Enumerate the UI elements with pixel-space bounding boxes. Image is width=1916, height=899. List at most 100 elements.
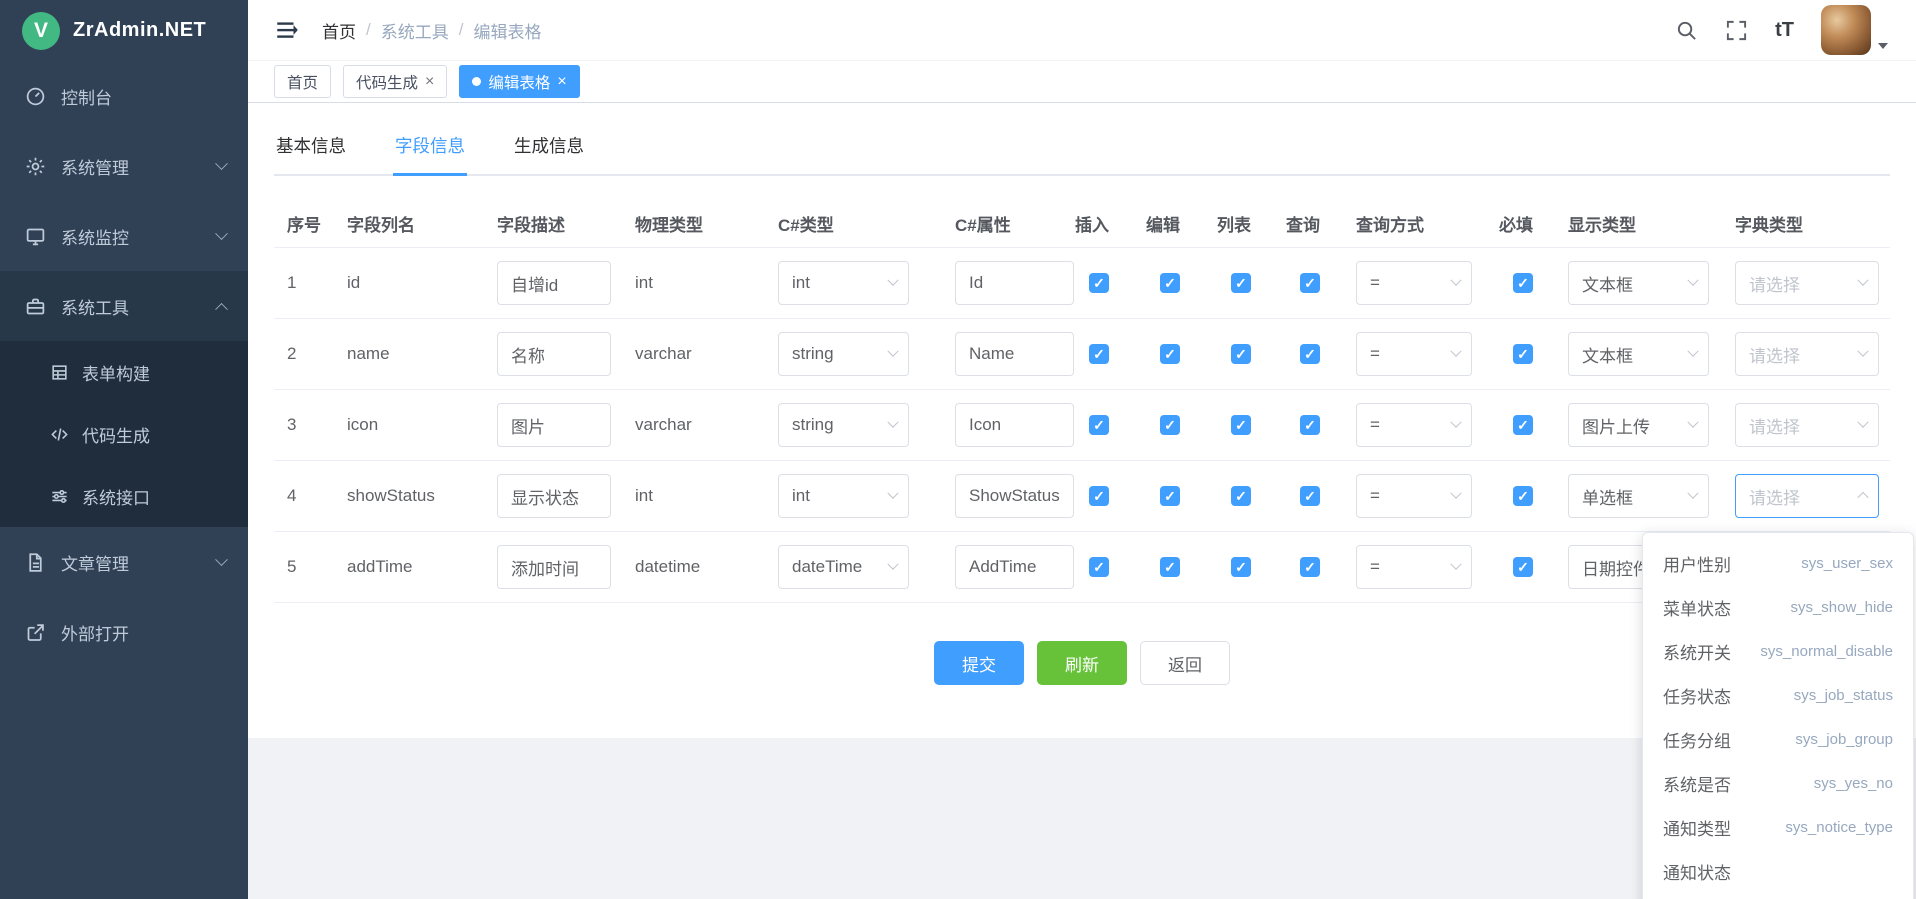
back-button[interactable]: 返回 <box>1140 641 1230 685</box>
dropdown-option[interactable]: 菜单状态 sys_show_hide <box>1643 585 1913 629</box>
cell-list: ✓ <box>1204 273 1273 293</box>
csharp-type-select[interactable]: int <box>778 261 909 305</box>
csharp-type-select[interactable]: dateTime <box>778 545 909 589</box>
breadcrumb-home[interactable]: 首页 <box>322 18 356 43</box>
close-icon[interactable]: × <box>557 74 566 90</box>
sidebar-item-external-link[interactable]: 外部打开 <box>0 597 248 667</box>
select-placeholder: 请选择 <box>1749 271 1800 296</box>
dict-type-select[interactable]: 请选择 <box>1735 332 1879 376</box>
query-mode-select[interactable]: = <box>1356 403 1472 447</box>
sidebar-item-form-builder[interactable]: 表单构建 <box>0 341 248 403</box>
dropdown-option[interactable]: 系统是否 sys_yes_no <box>1643 761 1913 805</box>
csharp-prop-input[interactable] <box>955 403 1074 447</box>
query-checkbox[interactable]: ✓ <box>1300 415 1320 435</box>
csharp-type-select[interactable]: string <box>778 403 909 447</box>
query-mode-select[interactable]: = <box>1356 261 1472 305</box>
tag-code-generator[interactable]: 代码生成 × <box>343 65 447 98</box>
insert-checkbox[interactable]: ✓ <box>1089 344 1109 364</box>
required-checkbox[interactable]: ✓ <box>1513 415 1533 435</box>
submit-button[interactable]: 提交 <box>934 641 1024 685</box>
insert-checkbox[interactable]: ✓ <box>1089 415 1109 435</box>
display-type-select[interactable]: 文本框 <box>1568 261 1709 305</box>
sidebar-item-label: 外部打开 <box>61 620 129 645</box>
description-input[interactable] <box>497 261 611 305</box>
list-checkbox[interactable]: ✓ <box>1231 415 1251 435</box>
csharp-type-select[interactable]: int <box>778 474 909 518</box>
caret-down-icon[interactable] <box>1878 43 1888 49</box>
table-row: 4 showStatus int int ✓ ✓ ✓ ✓ = ✓ 单选框 请选择 <box>274 461 1890 532</box>
edit-checkbox[interactable]: ✓ <box>1160 557 1180 577</box>
avatar[interactable] <box>1821 5 1871 55</box>
sidebar-item-system-admin[interactable]: 系统管理 <box>0 131 248 201</box>
dict-type-select-focused[interactable]: 请选择 <box>1735 474 1879 518</box>
insert-checkbox[interactable]: ✓ <box>1089 557 1109 577</box>
dropdown-option[interactable]: 通知状态 <box>1643 849 1913 893</box>
edit-checkbox[interactable]: ✓ <box>1160 415 1180 435</box>
query-checkbox[interactable]: ✓ <box>1300 273 1320 293</box>
sidebar-item-article-admin[interactable]: 文章管理 <box>0 527 248 597</box>
dropdown-option[interactable]: 任务分组 sys_job_group <box>1643 717 1913 761</box>
tag-edit-table[interactable]: 编辑表格 × <box>459 65 579 98</box>
sidebar-item-system-tools[interactable]: 系统工具 <box>0 271 248 341</box>
search-icon[interactable] <box>1675 19 1698 42</box>
sidebar-item-system-api[interactable]: 系统接口 <box>0 465 248 527</box>
csharp-prop-input[interactable] <box>955 474 1074 518</box>
edit-checkbox[interactable]: ✓ <box>1160 486 1180 506</box>
edit-checkbox[interactable]: ✓ <box>1160 344 1180 364</box>
sidebar-item-dashboard[interactable]: 控制台 <box>0 61 248 131</box>
display-type-select[interactable]: 图片上传 <box>1568 403 1709 447</box>
dropdown-option[interactable]: 用户性别 sys_user_sex <box>1643 541 1913 585</box>
csharp-type-select[interactable]: string <box>778 332 909 376</box>
required-checkbox[interactable]: ✓ <box>1513 344 1533 364</box>
query-checkbox[interactable]: ✓ <box>1300 486 1320 506</box>
csharp-prop-input[interactable] <box>955 545 1074 589</box>
sidebar-item-system-monitor[interactable]: 系统监控 <box>0 201 248 271</box>
refresh-button[interactable]: 刷新 <box>1037 641 1127 685</box>
option-value: sys_job_group <box>1795 731 1893 748</box>
list-checkbox[interactable]: ✓ <box>1231 344 1251 364</box>
display-type-select[interactable]: 文本框 <box>1568 332 1709 376</box>
cell-column-name: name <box>334 344 484 364</box>
required-checkbox[interactable]: ✓ <box>1513 486 1533 506</box>
font-size-icon[interactable]: tT <box>1775 19 1794 42</box>
cell-csharp-type: int <box>765 261 942 305</box>
dropdown-option[interactable]: 通知类型 sys_notice_type <box>1643 805 1913 849</box>
tab-field-info[interactable]: 字段信息 <box>393 133 467 176</box>
list-checkbox[interactable]: ✓ <box>1231 486 1251 506</box>
query-mode-select[interactable]: = <box>1356 545 1472 589</box>
required-checkbox[interactable]: ✓ <box>1513 557 1533 577</box>
fullscreen-icon[interactable] <box>1725 19 1748 42</box>
dict-type-select[interactable]: 请选择 <box>1735 261 1879 305</box>
edit-checkbox[interactable]: ✓ <box>1160 273 1180 293</box>
list-checkbox[interactable]: ✓ <box>1231 557 1251 577</box>
tab-basic-info[interactable]: 基本信息 <box>274 133 348 176</box>
tag-home[interactable]: 首页 <box>274 65 331 98</box>
query-mode-select[interactable]: = <box>1356 332 1472 376</box>
description-input[interactable] <box>497 545 611 589</box>
sidebar-item-code-generator[interactable]: 代码生成 <box>0 403 248 465</box>
required-checkbox[interactable]: ✓ <box>1513 273 1533 293</box>
display-type-select[interactable]: 单选框 <box>1568 474 1709 518</box>
user-menu[interactable] <box>1821 5 1888 55</box>
insert-checkbox[interactable]: ✓ <box>1089 273 1109 293</box>
logo[interactable]: V ZrAdmin.NET <box>0 0 248 61</box>
dict-type-select[interactable]: 请选择 <box>1735 403 1879 447</box>
chevron-down-icon <box>1450 488 1461 499</box>
chevron-down-icon <box>1450 559 1461 570</box>
dropdown-option[interactable]: 任务状态 sys_job_status <box>1643 673 1913 717</box>
description-input[interactable] <box>497 403 611 447</box>
description-input[interactable] <box>497 474 611 518</box>
tab-generate-info[interactable]: 生成信息 <box>512 133 586 176</box>
query-mode-select[interactable]: = <box>1356 474 1472 518</box>
query-checkbox[interactable]: ✓ <box>1300 557 1320 577</box>
csharp-prop-input[interactable] <box>955 332 1074 376</box>
query-checkbox[interactable]: ✓ <box>1300 344 1320 364</box>
menu-fold-icon[interactable] <box>274 17 300 43</box>
insert-checkbox[interactable]: ✓ <box>1089 486 1109 506</box>
dropdown-option[interactable]: 系统开关 sys_normal_disable <box>1643 629 1913 673</box>
breadcrumb-system-tools[interactable]: 系统工具 <box>381 18 449 43</box>
list-checkbox[interactable]: ✓ <box>1231 273 1251 293</box>
description-input[interactable] <box>497 332 611 376</box>
close-icon[interactable]: × <box>425 74 434 90</box>
csharp-prop-input[interactable] <box>955 261 1074 305</box>
